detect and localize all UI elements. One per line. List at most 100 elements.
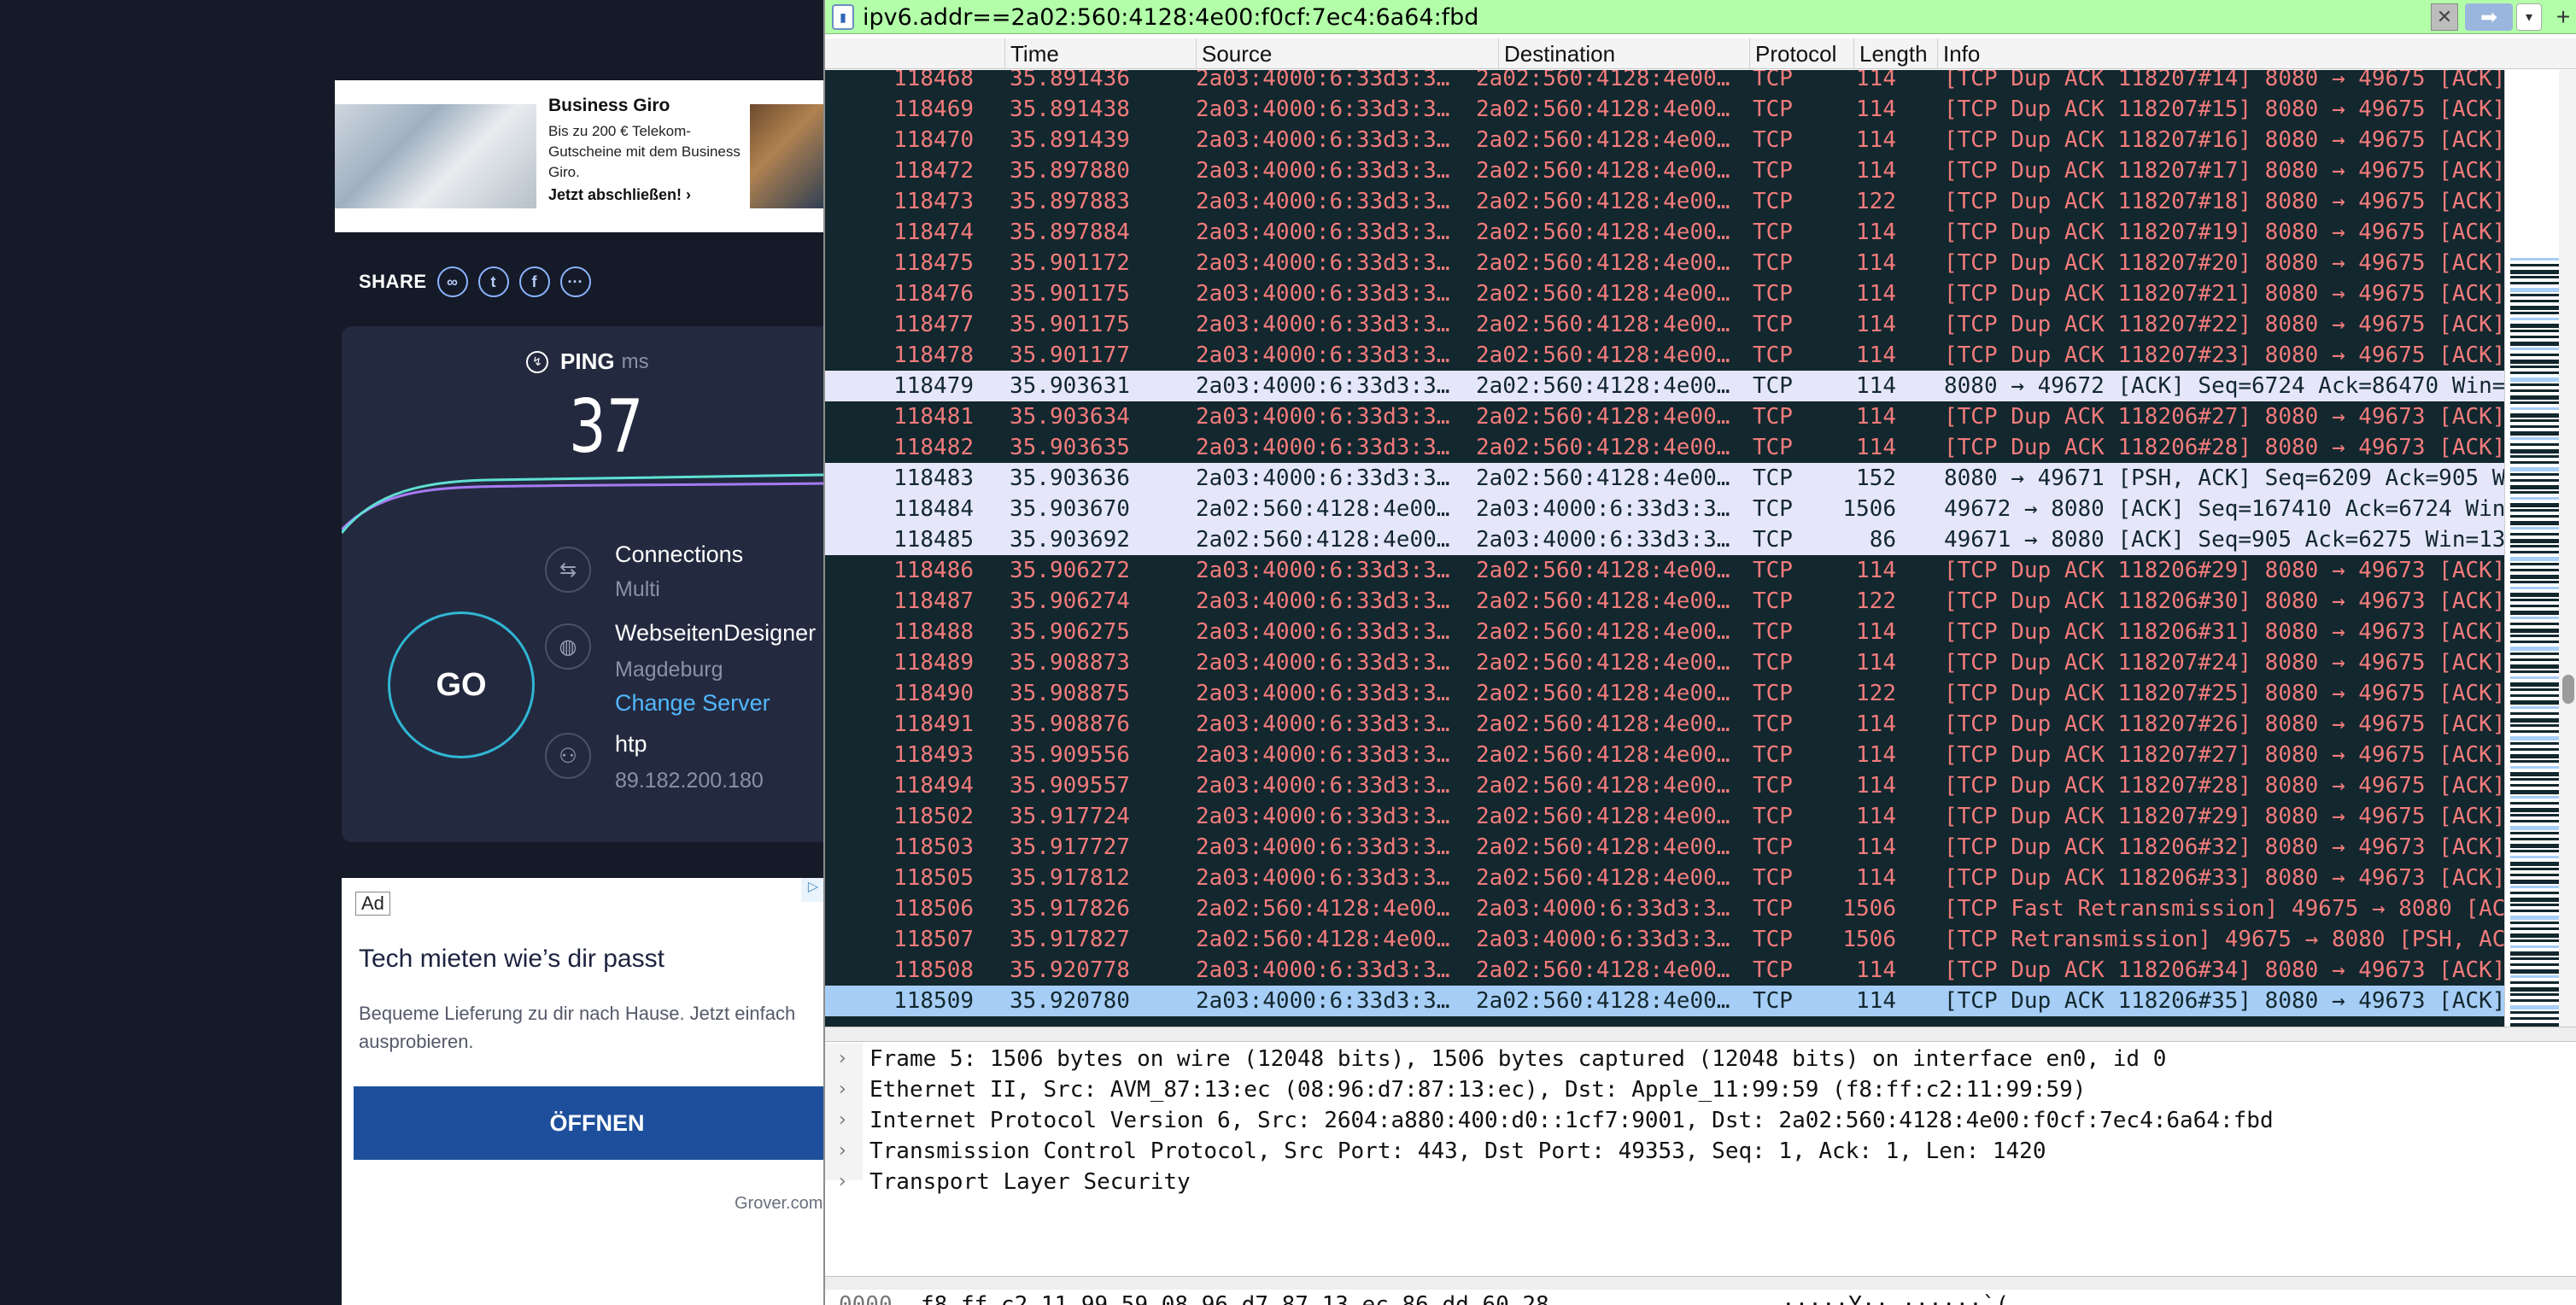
- cell-info: 49672 → 8080 [ACK] Seq=167410 Ack=6724 W…: [1944, 496, 2504, 522]
- grover-ad[interactable]: Ad ▷ Tech mieten wie’s dir passt Bequeme…: [342, 878, 840, 1305]
- packet-row[interactable]: 118475 35.901172 2a03:4000:6:33d3:3… 2a02:5…: [825, 248, 2504, 278]
- pane-splitter[interactable]: [825, 1027, 2576, 1042]
- column-info[interactable]: Info: [1937, 38, 2576, 69]
- chevron-right-icon[interactable]: ›: [839, 1044, 846, 1074]
- cell-info: [TCP Dup ACK 118206#27] 8080 → 49673 [AC…: [1944, 404, 2504, 430]
- packet-row[interactable]: 118470 35.891439 2a03:4000:6:33d3:3… 2a02:5…: [825, 125, 2504, 155]
- add-filter-button-icon[interactable]: +: [2550, 0, 2576, 34]
- cell-no: 118509: [893, 988, 974, 1014]
- cell-len: 122: [1856, 588, 1896, 614]
- chevron-right-icon[interactable]: ›: [839, 1105, 846, 1136]
- clear-filter-icon[interactable]: ✕: [2431, 3, 2458, 31]
- cell-no: 118505: [893, 865, 974, 891]
- column-time[interactable]: Time: [1004, 38, 1196, 69]
- cell-dst: 2a02:560:4128:4e00…: [1476, 834, 1730, 860]
- bookmark-icon[interactable]: ▮: [832, 4, 854, 30]
- cell-time: 35.891438: [1010, 97, 1130, 122]
- packet-row[interactable]: 118477 35.901175 2a03:4000:6:33d3:3… 2a02:5…: [825, 309, 2504, 340]
- cell-info: [TCP Dup ACK 118206#29] 8080 → 49673 [AC…: [1944, 558, 2504, 583]
- packet-list[interactable]: 118468 35.891436 2a03:4000:6:33d3:3… 2a02:5…: [825, 70, 2504, 1027]
- column-protocol[interactable]: Protocol: [1749, 38, 1853, 69]
- packet-row[interactable]: 118509 35.920780 2a03:4000:6:33d3:3… 2a02:5…: [825, 986, 2504, 1016]
- cell-dst: 2a02:560:4128:4e00…: [1476, 804, 1730, 829]
- packet-row[interactable]: 118508 35.920778 2a03:4000:6:33d3:3… 2a02:5…: [825, 955, 2504, 986]
- cell-info: [TCP Dup ACK 118207#20] 8080 → 49675 [AC…: [1944, 250, 2504, 276]
- pane-splitter-bytes[interactable]: [825, 1276, 2576, 1290]
- cell-no: 118481: [893, 404, 974, 430]
- apply-filter-icon[interactable]: ➡: [2465, 3, 2513, 31]
- packet-row[interactable]: 118486 35.906272 2a03:4000:6:33d3:3… 2a02:5…: [825, 555, 2504, 586]
- packet-row[interactable]: 118507 35.917827 2a02:560:4128:4e00… 2a03:4…: [825, 924, 2504, 955]
- cell-len: 114: [1856, 250, 1896, 276]
- banner-laptop-image: [335, 104, 536, 208]
- packet-row[interactable]: 118478 35.901177 2a03:4000:6:33d3:3… 2a02:5…: [825, 340, 2504, 371]
- twitter-icon[interactable]: t: [477, 266, 509, 297]
- cell-info: [TCP Dup ACK 118207#19] 8080 → 49675 [AC…: [1944, 219, 2504, 245]
- cell-time: 35.906275: [1010, 619, 1130, 645]
- cell-src: 2a03:4000:6:33d3:3…: [1196, 219, 1450, 245]
- packet-row[interactable]: 118502 35.917724 2a03:4000:6:33d3:3… 2a02:5…: [825, 801, 2504, 832]
- cell-dst: 2a02:560:4128:4e00…: [1476, 342, 1730, 368]
- packet-row[interactable]: 118505 35.917812 2a03:4000:6:33d3:3… 2a02:5…: [825, 863, 2504, 893]
- packet-list-scrollbar[interactable]: [2559, 70, 2576, 1027]
- column-destination[interactable]: Destination: [1498, 38, 1775, 69]
- cell-dst: 2a02:560:4128:4e00…: [1476, 189, 1730, 214]
- packet-row[interactable]: 118484 35.903670 2a02:560:4128:4e00… 2a03:4…: [825, 494, 2504, 524]
- packet-row[interactable]: 118487 35.906274 2a03:4000:6:33d3:3… 2a02:5…: [825, 586, 2504, 617]
- recent-filters-dropdown-icon[interactable]: ▾: [2516, 3, 2542, 31]
- banner-cta-link[interactable]: Jetzt abschließen! ›: [548, 186, 691, 204]
- packet-row[interactable]: 118494 35.909557 2a03:4000:6:33d3:3… 2a02:5…: [825, 770, 2504, 801]
- ad-open-button[interactable]: ÖFFNEN: [354, 1086, 840, 1160]
- packet-row[interactable]: 118493 35.909556 2a03:4000:6:33d3:3… 2a02:5…: [825, 740, 2504, 770]
- packet-row[interactable]: 118476 35.901175 2a03:4000:6:33d3:3… 2a02:5…: [825, 278, 2504, 309]
- change-server-link[interactable]: Change Server: [615, 690, 770, 717]
- cell-dst: 2a02:560:4128:4e00…: [1476, 373, 1730, 399]
- cell-info: [TCP Dup ACK 118207#28] 8080 → 49675 [AC…: [1944, 773, 2504, 799]
- packet-row[interactable]: 118489 35.908873 2a03:4000:6:33d3:3… 2a02:5…: [825, 647, 2504, 678]
- packet-row[interactable]: 118479 35.903631 2a03:4000:6:33d3:3… 2a02:5…: [825, 371, 2504, 401]
- cell-len: 114: [1856, 804, 1896, 829]
- packet-row[interactable]: 118503 35.917727 2a03:4000:6:33d3:3… 2a02:5…: [825, 832, 2504, 863]
- chevron-right-icon[interactable]: ›: [839, 1167, 846, 1197]
- cell-no: 118491: [893, 711, 974, 737]
- cell-dst: 2a02:560:4128:4e00…: [1476, 281, 1730, 307]
- cell-src: 2a02:560:4128:4e00…: [1196, 927, 1450, 952]
- cell-src: 2a03:4000:6:33d3:3…: [1196, 773, 1450, 799]
- packet-row[interactable]: 118488 35.906275 2a03:4000:6:33d3:3… 2a02:5…: [825, 617, 2504, 647]
- chevron-right-icon[interactable]: ›: [839, 1074, 846, 1105]
- packet-row[interactable]: 118472 35.897880 2a03:4000:6:33d3:3… 2a02:5…: [825, 155, 2504, 186]
- banner-side-image: [750, 104, 825, 208]
- packet-row[interactable]: 118490 35.908875 2a03:4000:6:33d3:3… 2a02:5…: [825, 678, 2504, 709]
- column-no[interactable]: [825, 38, 1004, 69]
- column-source[interactable]: Source: [1196, 38, 1498, 69]
- facebook-icon[interactable]: f: [518, 266, 550, 297]
- cell-info: 49671 → 8080 [ACK] Seq=905 Ack=6275 Win=…: [1944, 527, 2504, 553]
- column-length[interactable]: Length: [1853, 38, 1937, 69]
- chevron-right-icon[interactable]: ›: [839, 1136, 846, 1167]
- link-icon[interactable]: ∞: [436, 266, 468, 297]
- cell-src: 2a03:4000:6:33d3:3…: [1196, 742, 1450, 768]
- packet-row[interactable]: 118474 35.897884 2a03:4000:6:33d3:3… 2a02:5…: [825, 217, 2504, 248]
- cell-time: 35.917827: [1010, 927, 1130, 952]
- packet-row[interactable]: 118469 35.891438 2a03:4000:6:33d3:3… 2a02:5…: [825, 94, 2504, 125]
- packet-row[interactable]: 118483 35.903636 2a03:4000:6:33d3:3… 2a02:5…: [825, 463, 2504, 494]
- scrollbar-thumb[interactable]: [2562, 675, 2574, 704]
- packet-row[interactable]: 118481 35.903634 2a03:4000:6:33d3:3… 2a02:5…: [825, 401, 2504, 432]
- packet-row[interactable]: 118491 35.908876 2a03:4000:6:33d3:3… 2a02:5…: [825, 709, 2504, 740]
- provider-ip: 89.182.200.180: [615, 769, 764, 793]
- packet-minimap[interactable]: [2504, 70, 2560, 1027]
- packet-row[interactable]: 118468 35.891436 2a03:4000:6:33d3:3… 2a02:5…: [825, 70, 2504, 94]
- packet-row[interactable]: 118473 35.897883 2a03:4000:6:33d3:3… 2a02:5…: [825, 186, 2504, 217]
- cell-len: 122: [1856, 681, 1896, 706]
- cell-time: 35.903692: [1010, 527, 1130, 553]
- packet-row[interactable]: 118482 35.903635 2a03:4000:6:33d3:3… 2a02:5…: [825, 432, 2504, 463]
- business-giro-banner-ad[interactable]: Business Giro Bis zu 200 € Telekom-Gutsc…: [335, 80, 825, 232]
- packet-row[interactable]: 118485 35.903692 2a02:560:4128:4e00… 2a03:4…: [825, 524, 2504, 555]
- ad-choices-icon[interactable]: ▷: [801, 878, 825, 902]
- cell-src: 2a03:4000:6:33d3:3…: [1196, 158, 1450, 184]
- packet-row[interactable]: 118506 35.917826 2a02:560:4128:4e00… 2a03:4…: [825, 893, 2504, 924]
- more-icon[interactable]: ···: [559, 266, 591, 297]
- display-filter-input[interactable]: [863, 2, 2397, 32]
- cell-dst: 2a03:4000:6:33d3:3…: [1476, 896, 1730, 922]
- go-button[interactable]: GO: [388, 612, 535, 758]
